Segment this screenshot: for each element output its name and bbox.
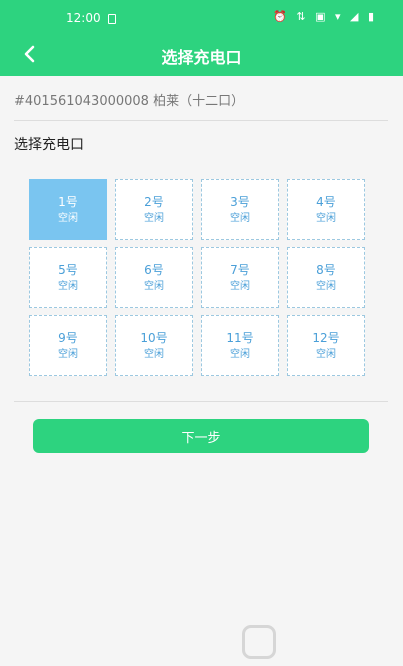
- divider: [14, 120, 388, 121]
- port-number: 12号: [312, 330, 340, 345]
- port-number: 9号: [58, 330, 78, 345]
- port-option[interactable]: 2号空闲: [115, 179, 193, 240]
- port-option[interactable]: 10号空闲: [115, 315, 193, 376]
- port-number: 6号: [144, 262, 164, 277]
- port-option[interactable]: 5号空闲: [29, 247, 107, 308]
- port-option[interactable]: 4号空闲: [287, 179, 365, 240]
- port-status: 空闲: [58, 348, 78, 360]
- station-name: #401561043000008 柏莱（十二口）: [14, 94, 245, 109]
- next-button[interactable]: 下一步: [33, 419, 369, 453]
- notification-icon: [108, 14, 116, 24]
- status-icons: ⏰ ⇅ ▣ ▾ ◢ ▮: [273, 10, 377, 23]
- port-grid: 1号 空闲 2号 空闲 3号 空闲 4号 空闲 5号 空闲 6号 空闲 7号 空闲 8号 空闲 9号 空闲 10号空…: [29, 179, 366, 376]
- port-status: 空闲: [58, 212, 78, 224]
- port-status: 空闲: [58, 280, 78, 292]
- divider: [14, 401, 388, 402]
- status-bar: 12:00 ⏰ ⇅ ▣ ▾ ◢ ▮: [0, 0, 403, 36]
- port-number: 11号: [226, 330, 254, 345]
- port-status: 空闲: [230, 212, 250, 224]
- port-number: 5号: [58, 262, 78, 277]
- port-number: 7号: [230, 262, 250, 277]
- port-status: 空闲: [230, 348, 250, 360]
- port-option[interactable]: 8号空闲: [287, 247, 365, 308]
- port-option[interactable]: 7号空闲: [201, 247, 279, 308]
- port-status: 空闲: [316, 280, 336, 292]
- port-status: 空闲: [144, 348, 164, 360]
- port-number: 8号: [316, 262, 336, 277]
- watermark-logo-icon: [242, 625, 276, 659]
- port-status: 空闲: [316, 348, 336, 360]
- port-number: 3号: [230, 194, 250, 209]
- port-option[interactable]: 1号空闲: [29, 179, 107, 240]
- port-status: 空闲: [144, 280, 164, 292]
- port-number: 10号: [140, 330, 168, 345]
- section-title: 选择充电口: [14, 137, 84, 153]
- port-number: 1号: [58, 194, 78, 209]
- port-status: 空闲: [316, 212, 336, 224]
- port-status: 空闲: [230, 280, 250, 292]
- title-bar: 选择充电口: [0, 36, 403, 76]
- watermark: [242, 624, 284, 660]
- port-option[interactable]: 9号空闲: [29, 315, 107, 376]
- status-time: 12:00: [66, 11, 101, 25]
- port-number: 4号: [316, 194, 336, 209]
- port-option[interactable]: 12号空闲: [287, 315, 365, 376]
- port-number: 2号: [144, 194, 164, 209]
- port-option[interactable]: 6号空闲: [115, 247, 193, 308]
- page-title: 选择充电口: [161, 48, 242, 67]
- port-status: 空闲: [144, 212, 164, 224]
- port-option[interactable]: 3号空闲: [201, 179, 279, 240]
- port-option[interactable]: 11号空闲: [201, 315, 279, 376]
